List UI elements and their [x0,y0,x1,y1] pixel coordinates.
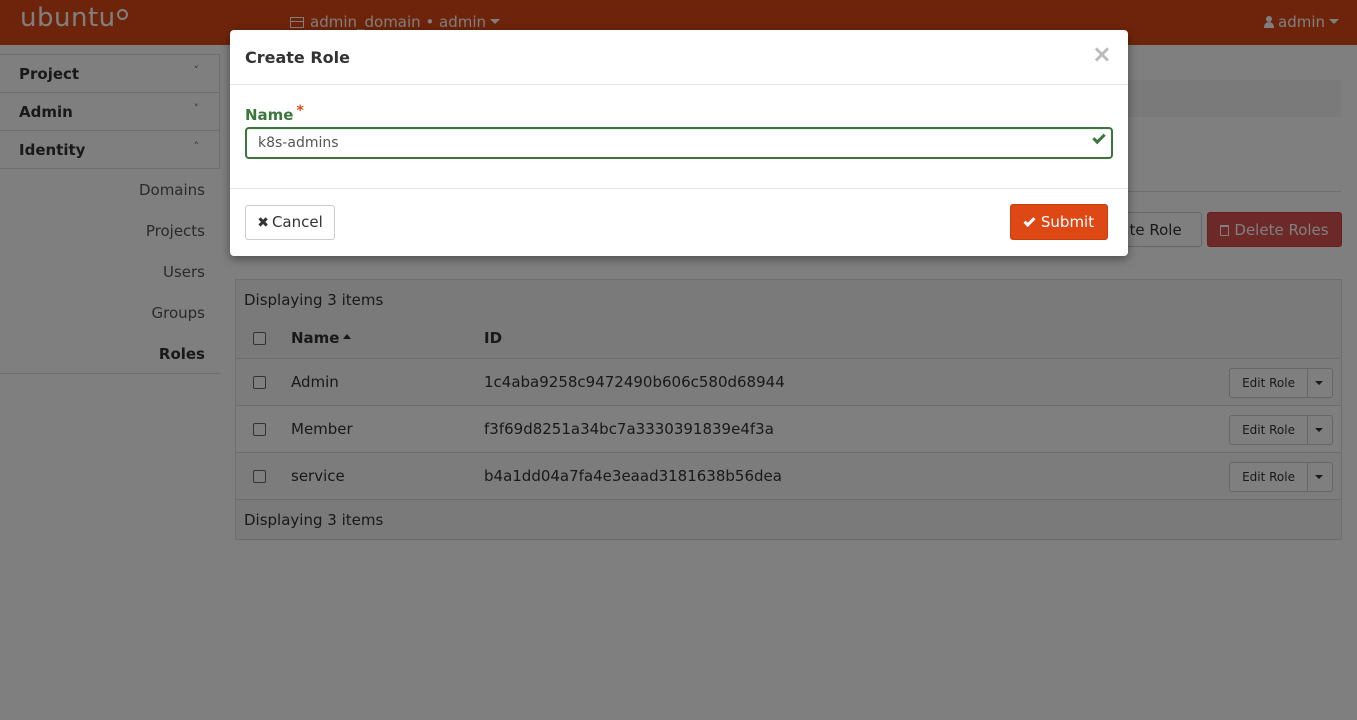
submit-label: Submit [1040,213,1095,231]
modal-title: Create Role [245,48,350,67]
name-label-text: Name [245,106,294,124]
role-name-input[interactable] [245,127,1113,159]
cancel-button[interactable]: ✖ Cancel [245,205,335,240]
required-asterisk: * [296,103,304,119]
modal-footer: ✖ Cancel Submit [230,189,1128,255]
create-role-modal: Create Role × Name* ✖Cancel Submit [230,30,1128,256]
check-icon [1023,214,1036,228]
submit-button[interactable]: Submit [1010,204,1108,240]
cancel-label: Cancel [271,213,323,231]
close-icon: ✖ [257,215,269,231]
modal-body: Name * [230,85,1128,189]
close-icon[interactable]: × [1092,42,1112,66]
name-field-label: Name * [245,103,304,124]
modal-header: Create Role × [230,30,1128,85]
